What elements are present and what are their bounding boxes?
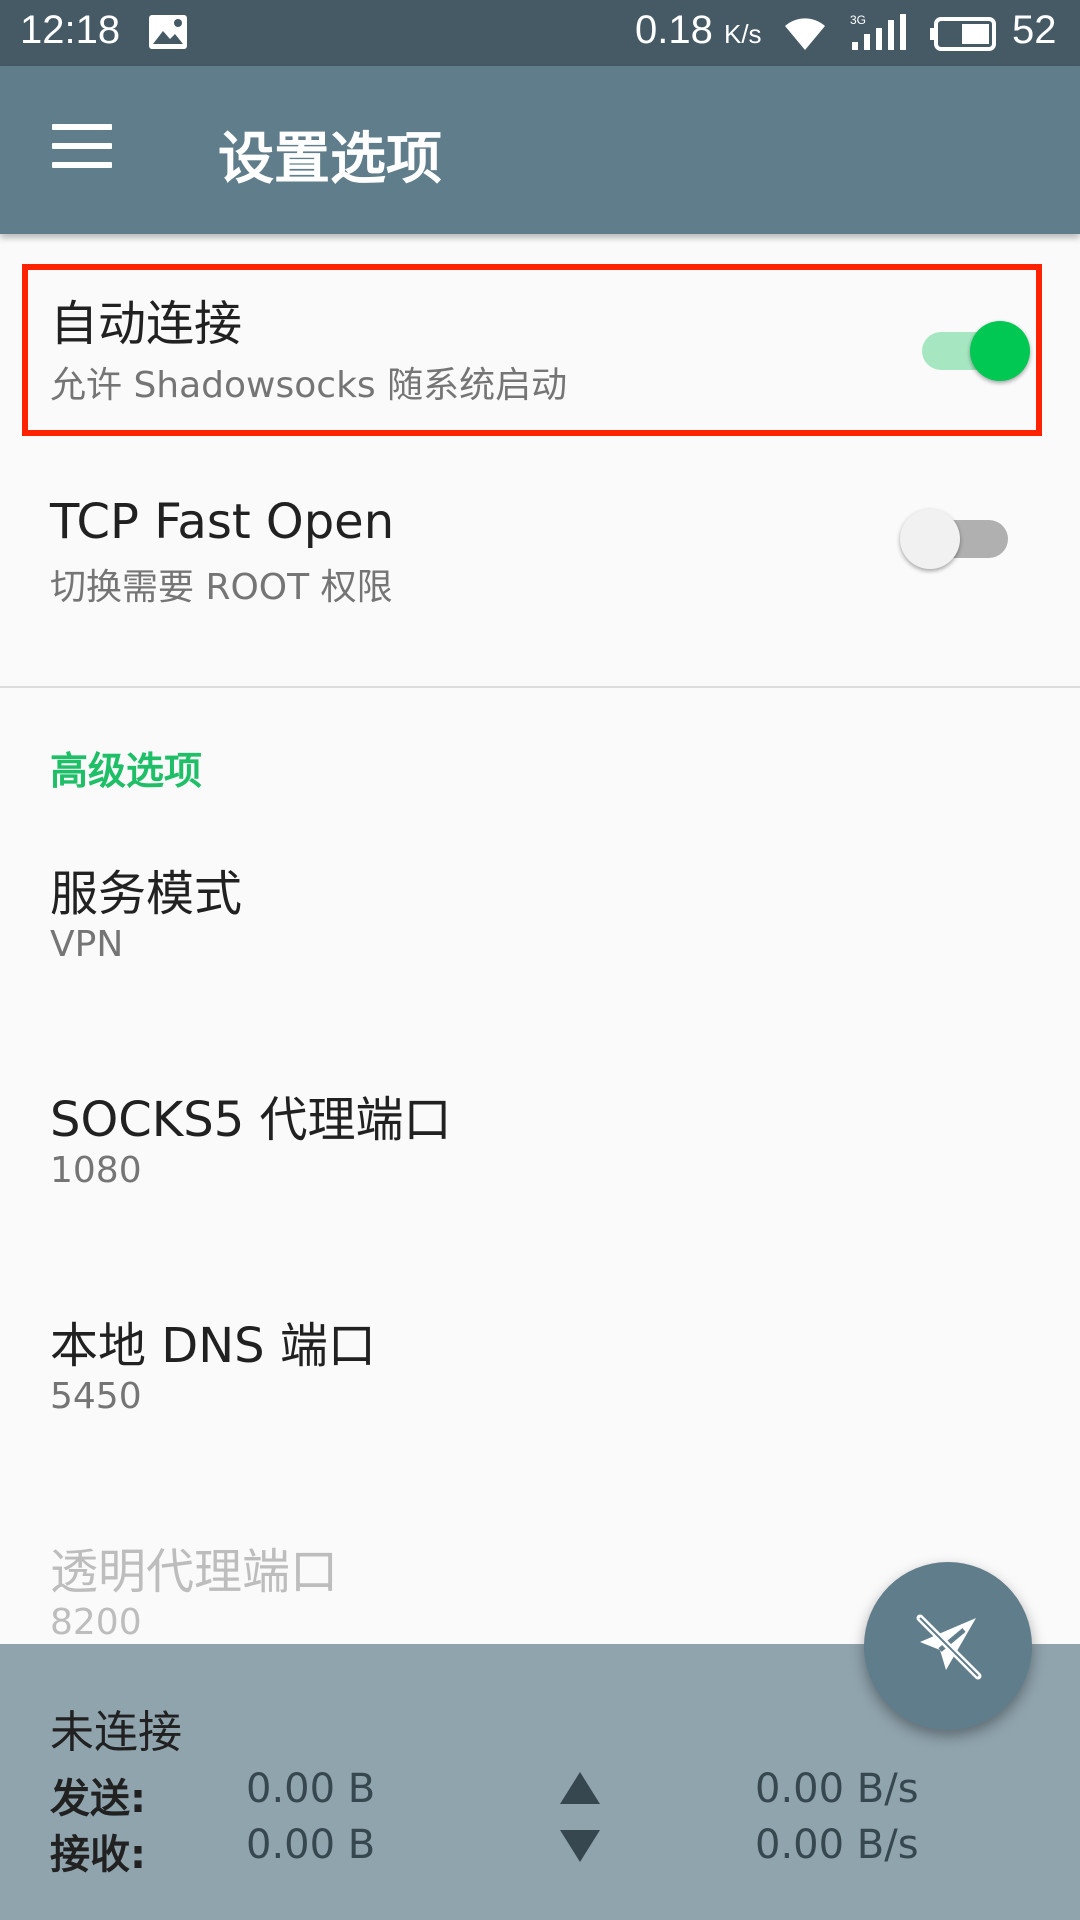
- gallery-notification-icon: [148, 14, 188, 50]
- pref-summary: 允许 Shadowsocks 随系统启动: [50, 365, 568, 406]
- receive-label: 接收:: [50, 1832, 146, 1878]
- pref-summary: 8200: [50, 1602, 142, 1643]
- pref-summary: VPN: [50, 924, 124, 965]
- pref-title: 本地 DNS 端口: [50, 1318, 376, 1374]
- upload-arrow-icon: [560, 1772, 600, 1804]
- download-arrow-icon: [560, 1830, 600, 1862]
- receive-rate: 0.00 B/s: [755, 1822, 919, 1868]
- network-type-label: 3G: [850, 13, 866, 27]
- connection-status: 未连接: [50, 1707, 182, 1758]
- pref-title: TCP Fast Open: [50, 494, 395, 550]
- menu-icon[interactable]: [52, 124, 112, 172]
- battery-icon: [930, 16, 998, 51]
- signal-3g-icon: 3G: [850, 12, 910, 52]
- battery-level: 52: [1012, 8, 1057, 52]
- send-total: 0.00 B: [246, 1766, 376, 1812]
- divider: [0, 686, 1080, 688]
- connect-fab[interactable]: [864, 1562, 1032, 1730]
- pref-summary: 5450: [50, 1376, 142, 1417]
- pref-title: SOCKS5 代理端口: [50, 1092, 452, 1148]
- pref-tcp-fast-open[interactable]: TCP Fast Open 切换需要 ROOT 权限: [0, 494, 1080, 664]
- pref-title: 透明代理端口: [50, 1544, 339, 1600]
- auto-connect-switch[interactable]: [912, 318, 1032, 381]
- network-speed: 0.18 K/s: [635, 8, 762, 53]
- pref-summary: 切换需要 ROOT 权限: [50, 567, 393, 608]
- pref-title: 自动连接: [50, 296, 243, 352]
- pref-title: 服务模式: [50, 866, 243, 922]
- tcp-fast-open-switch[interactable]: [900, 506, 1020, 569]
- send-rate: 0.00 B/s: [755, 1766, 919, 1812]
- wifi-icon: [783, 14, 827, 52]
- status-time: 12:18: [20, 8, 121, 52]
- pref-service-mode[interactable]: 服务模式 VPN: [0, 854, 1080, 1024]
- settings-list[interactable]: 自动连接 允许 Shadowsocks 随系统启动 TCP Fast Open …: [0, 234, 1080, 1644]
- app-toolbar: 设置选项: [0, 66, 1080, 234]
- paper-plane-off-icon: [916, 1614, 982, 1680]
- pref-auto-connect[interactable]: 自动连接 允许 Shadowsocks 随系统启动: [0, 264, 1080, 436]
- advanced-options-header: 高级选项: [50, 749, 203, 793]
- pref-summary: 1080: [50, 1150, 142, 1191]
- pref-local-dns-port[interactable]: 本地 DNS 端口 5450: [0, 1306, 1080, 1476]
- status-bar: 12:18 0.18 K/s 3G 52: [0, 0, 1080, 66]
- send-label: 发送:: [50, 1776, 146, 1822]
- network-speed-unit: K/s: [723, 19, 762, 49]
- network-speed-value: 0.18: [635, 8, 713, 52]
- pref-socks5-port[interactable]: SOCKS5 代理端口 1080: [0, 1080, 1080, 1250]
- receive-total: 0.00 B: [246, 1822, 376, 1868]
- page-title: 设置选项: [218, 127, 442, 192]
